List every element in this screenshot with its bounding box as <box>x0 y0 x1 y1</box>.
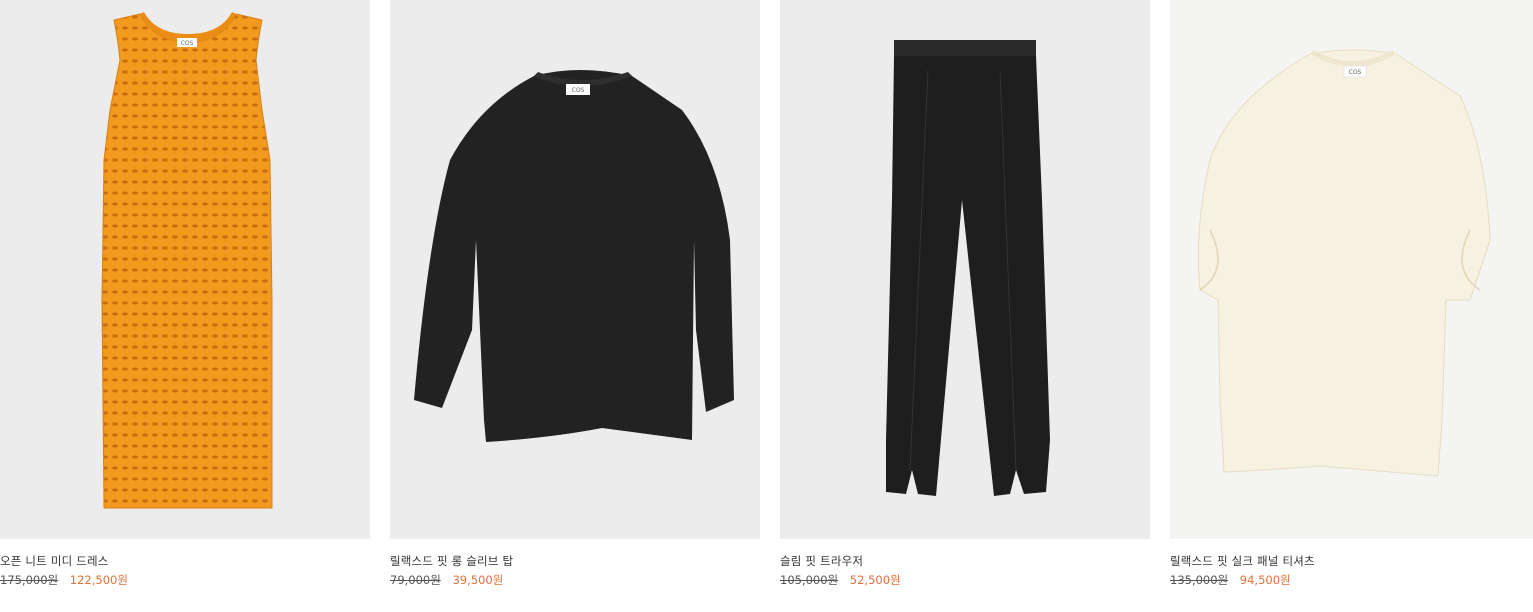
svg-text:COS: COS <box>1349 69 1362 76</box>
product-price: 79,000원 39,500원 <box>390 572 503 588</box>
sale-price: 52,500원 <box>849 573 901 587</box>
product-image[interactable]: COS <box>390 0 760 539</box>
svg-text:COS: COS <box>572 87 585 94</box>
product-card[interactable]: 슬림 핏 트라우저 105,000원 52,500원 <box>780 0 1150 600</box>
original-price: 105,000원 <box>780 573 839 587</box>
product-name[interactable]: 릴랙스드 핏 롱 슬리브 탑 <box>390 553 513 569</box>
product-image[interactable]: COS <box>1170 0 1533 539</box>
product-grid: COS 오픈 니트 미디 드레스 175,000원 122,500원 COS 릴… <box>0 0 1533 612</box>
product-name[interactable]: 릴랙스드 핏 실크 패널 티셔츠 <box>1170 553 1315 569</box>
product-price: 105,000원 52,500원 <box>780 572 901 588</box>
product-card[interactable]: COS 릴랙스드 핏 롱 슬리브 탑 79,000원 39,500원 <box>390 0 760 600</box>
product-card[interactable]: COS 릴랙스드 핏 실크 패널 티셔츠 135,000원 94,500원 <box>1170 0 1533 600</box>
product-price: 135,000원 94,500원 <box>1170 572 1291 588</box>
sale-price: 94,500원 <box>1239 573 1291 587</box>
product-name[interactable]: 슬림 핏 트라우저 <box>780 553 863 569</box>
product-name[interactable]: 오픈 니트 미디 드레스 <box>0 553 109 569</box>
product-image[interactable]: COS <box>0 0 370 539</box>
sale-price: 122,500원 <box>69 573 128 587</box>
cream-silk-panel-tshirt-image: COS <box>1170 0 1533 539</box>
product-image[interactable] <box>780 0 1150 539</box>
product-card[interactable]: COS 오픈 니트 미디 드레스 175,000원 122,500원 <box>0 0 370 600</box>
product-price: 175,000원 122,500원 <box>0 572 128 588</box>
original-price: 175,000원 <box>0 573 59 587</box>
black-long-sleeve-top-image: COS <box>414 70 734 442</box>
original-price: 135,000원 <box>1170 573 1229 587</box>
black-slim-trousers-image <box>886 40 1050 496</box>
sale-price: 39,500원 <box>452 573 504 587</box>
original-price: 79,000원 <box>390 573 441 587</box>
svg-text:COS: COS <box>181 40 194 47</box>
orange-knit-dress-image: COS <box>101 12 273 509</box>
